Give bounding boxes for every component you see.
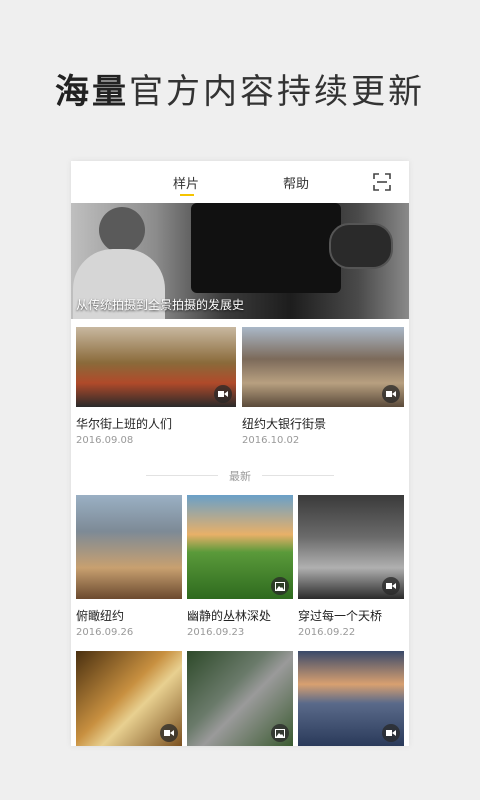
latest-card[interactable]	[187, 651, 293, 746]
video-icon	[382, 724, 400, 742]
section-label: 最新	[229, 470, 251, 483]
tab-help[interactable]: 帮助	[283, 173, 309, 192]
card-date: 2016.10.02	[242, 435, 300, 446]
hero-camera	[191, 203, 341, 293]
latest-card[interactable]: 俯瞰纽约 2016.09.26	[76, 495, 182, 638]
card-image	[242, 327, 404, 407]
video-icon	[160, 724, 178, 742]
image-icon	[271, 577, 289, 595]
video-icon	[382, 577, 400, 595]
promo-headline: 海量官方内容持续更新	[0, 64, 480, 113]
latest-card[interactable]	[298, 651, 404, 746]
latest-card[interactable]: 幽静的丛林深处 2016.09.23	[187, 495, 293, 638]
card-image	[298, 651, 404, 746]
card-title: 纽约大银行街景	[242, 417, 327, 431]
card-date: 2016.09.26	[76, 627, 134, 638]
featured-card[interactable]: 华尔街上班的人们 2016.09.08	[76, 327, 236, 446]
divider-line	[262, 475, 334, 476]
section-divider: 最新	[71, 466, 409, 486]
video-icon	[214, 385, 232, 403]
headline-bold: 海量	[55, 72, 129, 112]
headline-rest: 官方内容持续更新	[129, 72, 425, 112]
hero-lens	[329, 223, 393, 269]
video-icon	[382, 385, 400, 403]
featured-card[interactable]: 纽约大银行街景 2016.10.02	[242, 327, 404, 446]
hero-banner[interactable]: 从传统拍摄到全景拍摄的发展史	[71, 203, 409, 319]
app-screen: 样片 帮助 从传统拍摄到全景拍摄的发展史 华尔街上班的人们 2016.09.08	[71, 161, 409, 746]
card-image	[76, 651, 182, 746]
card-date: 2016.09.23	[187, 627, 245, 638]
latest-card[interactable]: 穿过每一个天桥 2016.09.22	[298, 495, 404, 638]
hero-caption: 从传统拍摄到全景拍摄的发展史	[76, 298, 245, 312]
card-date: 2016.09.22	[298, 627, 356, 638]
active-tab-indicator	[180, 194, 194, 196]
card-title: 穿过每一个天桥	[298, 609, 383, 623]
tab-bar: 样片 帮助	[71, 161, 409, 203]
tab-samples[interactable]: 样片	[173, 173, 199, 192]
image-icon	[271, 724, 289, 742]
card-image	[187, 651, 293, 746]
scan-icon[interactable]	[373, 173, 391, 191]
hero-person-head	[99, 207, 145, 253]
latest-card[interactable]	[76, 651, 182, 746]
card-image	[187, 495, 293, 599]
card-title: 俯瞰纽约	[76, 609, 125, 623]
card-image	[76, 327, 236, 407]
card-title: 幽静的丛林深处	[187, 609, 272, 623]
card-image	[76, 495, 182, 599]
card-date: 2016.09.08	[76, 435, 134, 446]
card-title: 华尔街上班的人们	[76, 417, 173, 431]
card-image	[298, 495, 404, 599]
